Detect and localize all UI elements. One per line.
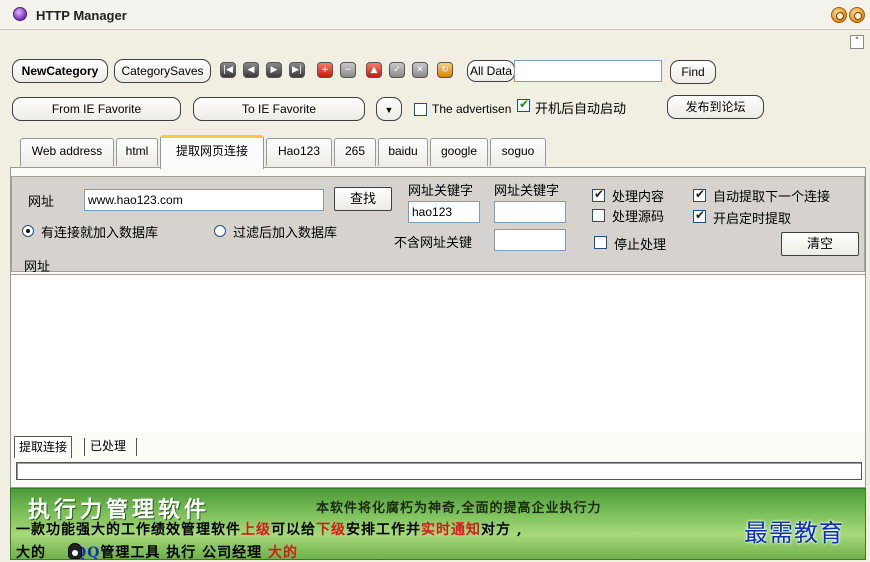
keyword2-input[interactable] [494,201,566,223]
tab-265[interactable]: 265 [334,138,376,166]
advertise-checkbox[interactable] [414,103,427,116]
banner-highlight: 实时通知 [421,522,481,538]
publish-forum-button[interactable]: 发布到论坛 [667,95,764,119]
stop-process-label: 停止处理 [614,238,667,253]
exclude-keyword-label: 不含网址关键 [394,236,473,251]
banner-highlight: 上级 [241,522,271,538]
subtab-divider [136,438,137,456]
exclude-keyword-input[interactable] [494,229,566,251]
app-icon [13,7,27,21]
tab-baidu[interactable]: baidu [378,138,428,166]
banner-highlight: 下级 [316,522,346,538]
process-source-label: 处理源码 [612,210,665,225]
watermark: 最需教育 [744,519,844,547]
banner-text: 执行 [166,545,197,561]
auto-next-label: 自动提取下一个连接 [713,190,831,205]
add-icon[interactable]: + [317,62,333,78]
banner-text: 可以给 [271,522,316,538]
banner-text: 对方 , [481,522,523,538]
banner-text: 公司经理 [202,545,263,561]
radio-filter-add-label: 过滤后加入数据库 [233,226,338,241]
banner-highlight: 大的 [268,545,299,561]
category-saves-button[interactable]: CategorySaves [114,59,211,83]
close-icon[interactable] [849,7,865,23]
process-content-label: 处理内容 [612,190,665,205]
search-input[interactable] [514,60,662,82]
tab-html[interactable]: html [116,138,158,166]
first-icon[interactable]: |◀ [220,62,236,78]
tab-extract-links[interactable]: 提取网页连接 [160,135,264,169]
refresh-icon[interactable]: ↻ [437,62,453,78]
list-header: 网址 [24,260,51,275]
timed-extract-label: 开启定时提取 [713,212,792,227]
check-icon[interactable]: ✓ [389,62,405,78]
keyword1-label: 网址关键字 [408,184,474,199]
delete-icon[interactable]: ✕ [412,62,428,78]
banner-text: 安排工作并 [346,522,421,538]
tab-google[interactable]: google [430,138,488,166]
tab-hao123[interactable]: Hao123 [266,138,332,166]
radio-add-all[interactable] [22,225,34,237]
chevron-down-icon: ▼ [384,105,394,115]
search-button[interactable]: 查找 [334,187,392,211]
prev-icon[interactable]: ◀ [243,62,259,78]
tab-soguo[interactable]: soguo [490,138,546,166]
banner-text: 大的 [16,545,46,561]
banner-line-3: 大的 QQ管理工具 执行 公司经理 大的 [16,542,298,562]
from-ie-favorite-button[interactable]: From IE Favorite [12,97,181,121]
process-content-checkbox[interactable] [592,187,605,202]
window-title: HTTP Manager [36,8,127,23]
radio-add-all-label: 有连接就加入数据库 [41,226,159,241]
to-ie-favorite-button[interactable]: To IE Favorite [193,97,365,121]
banner-text: 一款功能强大的工作绩效管理软件 [16,522,241,538]
find-button[interactable]: Find [670,60,716,84]
radio-filter-add[interactable] [214,225,226,237]
autostart-checkbox[interactable] [517,97,530,112]
results-list[interactable] [11,274,865,432]
subtab-divider [84,438,85,456]
process-source-checkbox[interactable] [592,209,605,222]
stop-process-checkbox[interactable] [594,236,607,249]
collapse-toolbar-icon[interactable]: ˄ [850,35,864,49]
minimize-icon[interactable] [831,7,847,23]
tab-processed[interactable]: 已处理 [86,436,130,458]
up-icon[interactable]: ▲ [366,62,382,78]
title-bar [0,0,870,30]
status-field [16,462,862,480]
dropdown-button[interactable]: ▼ [376,97,402,121]
auto-next-checkbox[interactable] [693,187,706,202]
advertise-label: The advertisen [432,102,512,116]
keyword1-input[interactable]: hao123 [408,201,480,223]
remove-icon[interactable]: − [340,62,356,78]
qq-penguin-icon [68,543,82,559]
tab-extracted-links[interactable]: 提取连接 [14,436,73,458]
timed-extract-checkbox[interactable] [693,208,706,223]
clear-button[interactable]: 清空 [781,232,859,256]
last-icon[interactable]: ▶| [289,62,305,78]
keyword2-label: 网址关键字 [494,184,560,199]
banner-line-2: 一款功能强大的工作绩效管理软件上级可以给下级安排工作并实时通知对方 , [16,519,523,539]
url-input[interactable]: www.hao123.com [84,189,324,211]
url-label: 网址 [28,195,55,210]
new-category-button[interactable]: NewCategory [12,59,108,83]
tab-web-address[interactable]: Web address [20,138,114,166]
autostart-label: 开机后自动启动 [535,102,627,117]
banner-text: 管理工具 [100,545,161,561]
next-icon[interactable]: ▶ [266,62,282,78]
all-data-button[interactable]: All Data [467,60,515,82]
banner-tagline: 本软件将化腐朽为神奇,全面的提高企业执行力 [316,501,602,516]
